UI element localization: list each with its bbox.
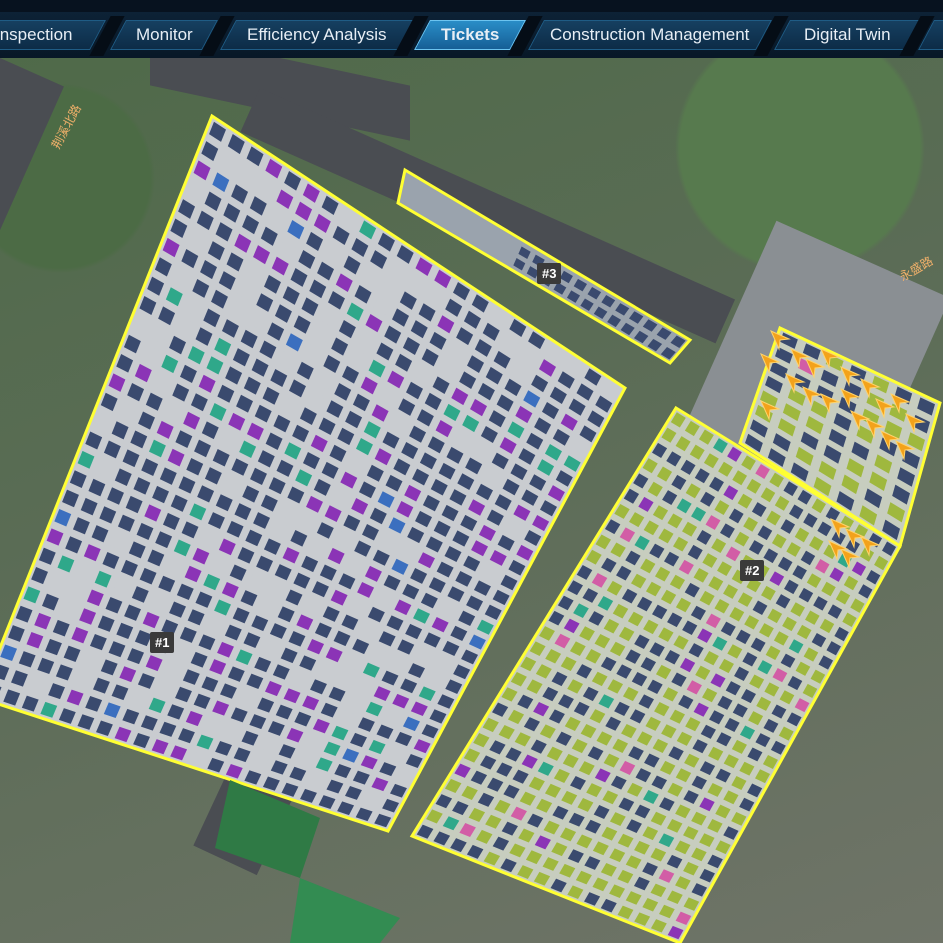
zone-label-1[interactable]: #1: [150, 632, 175, 653]
warning-arrow-icon[interactable]: [859, 535, 881, 557]
plant-layout-overlay: [0, 113, 942, 943]
warning-arrow-icon[interactable]: [839, 387, 861, 409]
tab-digital-twin[interactable]: Digital Twin: [774, 20, 920, 50]
warning-arrow-icon[interactable]: [769, 329, 791, 351]
warning-arrow-icon[interactable]: [904, 412, 926, 434]
site-aerial-map[interactable]: 荆溪北路 永盛路 #1 #2 #3: [0, 58, 943, 943]
tab-monitor[interactable]: Monitor: [110, 20, 218, 50]
warning-arrow-icon[interactable]: [819, 392, 841, 414]
warning-arrow-icon[interactable]: [849, 409, 871, 431]
warning-arrow-icon[interactable]: [819, 347, 841, 369]
warning-arrow-icon[interactable]: [759, 352, 781, 374]
warning-arrow-icon[interactable]: [894, 439, 916, 461]
green-field: [290, 878, 400, 943]
warning-arrow-icon[interactable]: [859, 377, 881, 399]
zone-label-2[interactable]: #2: [740, 560, 765, 581]
zone-label-3[interactable]: #3: [537, 263, 562, 284]
tab-construction-management[interactable]: Construction Management: [528, 20, 772, 50]
warning-arrow-icon[interactable]: [759, 399, 781, 421]
tab-inspection[interactable]: Inspection: [0, 20, 106, 50]
warning-arrow-icon[interactable]: [889, 392, 911, 414]
tab-efficiency-analysis[interactable]: Efficiency Analysis: [220, 20, 414, 50]
warning-arrow-icon[interactable]: [827, 539, 849, 561]
tab-tickets[interactable]: Tickets: [414, 20, 526, 50]
warning-arrow-icon[interactable]: [839, 365, 861, 387]
main-nav-tabs: Inspection Monitor Efficiency Analysis T…: [0, 12, 943, 58]
